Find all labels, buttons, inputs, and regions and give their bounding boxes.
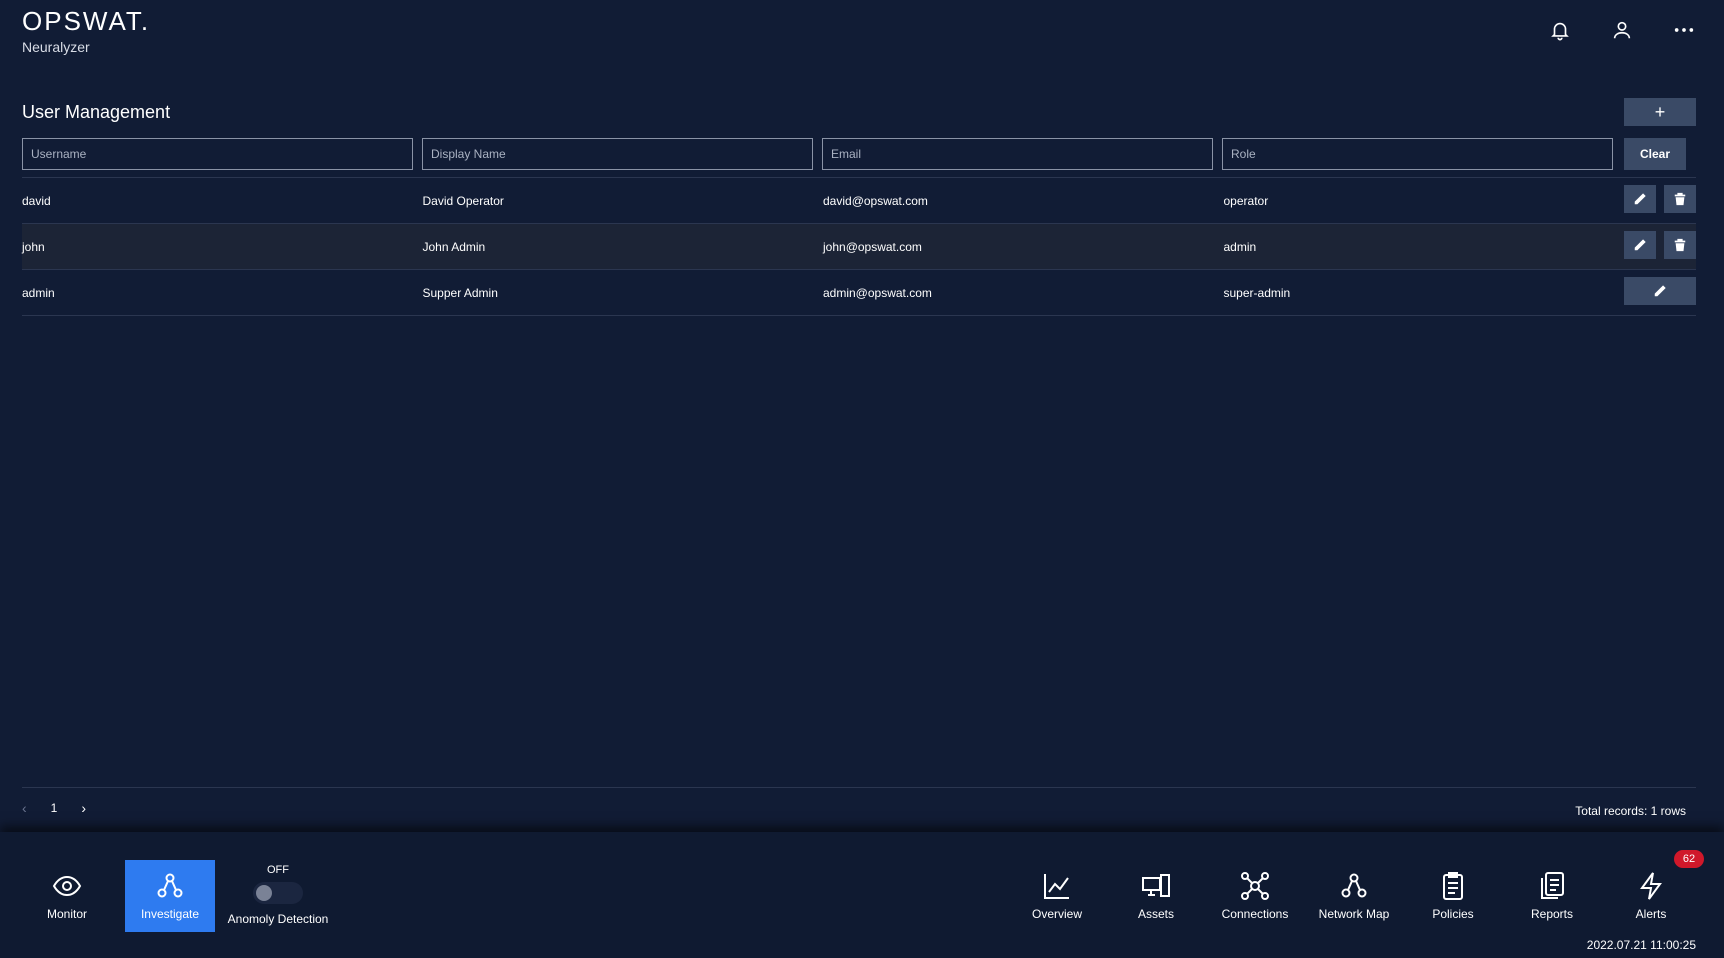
- pencil-icon: [1634, 239, 1646, 251]
- more-icon[interactable]: [1672, 18, 1696, 42]
- product-name: Neuralyzer: [22, 39, 90, 55]
- add-user-button[interactable]: +: [1624, 98, 1696, 126]
- pagination: ‹ 1 ›: [22, 800, 86, 816]
- nav-policies[interactable]: Policies: [1408, 860, 1498, 932]
- row-actions: [1624, 231, 1696, 259]
- edit-button[interactable]: [1624, 277, 1696, 305]
- filter-row: [22, 138, 1613, 170]
- trash-icon: [1674, 192, 1686, 206]
- row-actions: [1624, 185, 1696, 213]
- user-icon[interactable]: [1610, 18, 1634, 42]
- delete-button[interactable]: [1664, 185, 1696, 213]
- nav-connections-label: Connections: [1221, 907, 1289, 921]
- role-cell: super-admin: [1223, 285, 1291, 300]
- nav-monitor-label: Monitor: [46, 907, 87, 921]
- role-cell: admin: [1223, 239, 1257, 254]
- reports-icon: [1541, 872, 1564, 899]
- row-actions: [1624, 277, 1696, 305]
- nav-reports-label: Reports: [1530, 907, 1574, 921]
- nav-reports[interactable]: Reports: [1507, 860, 1597, 932]
- clear-filters-button[interactable]: Clear: [1624, 138, 1686, 170]
- username-cell: john: [22, 239, 45, 254]
- chart-icon: [1044, 874, 1069, 899]
- display-name-cell: Supper Admin: [422, 285, 498, 300]
- nav-connections[interactable]: Connections: [1210, 860, 1300, 932]
- edit-button[interactable]: [1624, 185, 1656, 213]
- timestamp: 2022.07.21 11:00:25: [1586, 938, 1696, 952]
- nav-policies-label: Policies: [1432, 907, 1474, 921]
- pencil-icon: [1634, 193, 1646, 205]
- display-name-filter-input[interactable]: [422, 138, 813, 170]
- nav-overview[interactable]: Overview: [1012, 860, 1102, 932]
- email-cell: john@opswat.com: [823, 239, 922, 254]
- delete-button[interactable]: [1664, 231, 1696, 259]
- brand-logo: OPSWAT. Neuralyzer: [22, 6, 150, 55]
- display-name-cell: David Operator: [422, 193, 504, 208]
- bell-icon[interactable]: [1548, 18, 1572, 42]
- role-filter-input[interactable]: [1222, 138, 1613, 170]
- nav-alerts[interactable]: Alerts: [1606, 860, 1696, 932]
- page-number[interactable]: 1: [51, 801, 58, 815]
- nav-alerts-label: Alerts: [1635, 907, 1667, 921]
- role-cell: operator: [1223, 193, 1269, 208]
- anomaly-detection-toggle-group: OFF Anomoly Detection: [226, 864, 330, 926]
- email-cell: admin@opswat.com: [823, 285, 932, 300]
- display-name-cell: John Admin: [422, 239, 486, 254]
- network-icon: [157, 873, 183, 898]
- username-filter-input[interactable]: [22, 138, 413, 170]
- nav-assets[interactable]: Assets: [1111, 860, 1201, 932]
- brand-name: OPSWAT.: [22, 6, 151, 36]
- anomaly-detection-toggle[interactable]: [253, 882, 303, 904]
- anomaly-detection-label: Anomoly Detection: [227, 912, 329, 926]
- connections-icon: [1241, 872, 1269, 900]
- devices-icon: [1142, 874, 1170, 897]
- table-row[interactable]: david David Operator david@opswat.com op…: [22, 178, 1696, 224]
- nav-investigate[interactable]: Investigate: [125, 860, 215, 932]
- email-cell: david@opswat.com: [823, 193, 928, 208]
- trash-icon: [1674, 238, 1686, 252]
- table-row[interactable]: john John Admin john@opswat.com admin: [22, 224, 1696, 270]
- nav-overview-label: Overview: [1031, 907, 1082, 921]
- total-records: Total records: 1 rows: [1575, 804, 1686, 818]
- network-map-icon: [1341, 873, 1367, 898]
- email-filter-input[interactable]: [822, 138, 1213, 170]
- anomaly-toggle-state: OFF: [267, 864, 289, 876]
- nav-investigate-label: Investigate: [140, 907, 200, 921]
- nav-network-map[interactable]: Network Map: [1309, 860, 1399, 932]
- username-cell: admin: [22, 285, 55, 300]
- users-table: david David Operator david@opswat.com op…: [22, 177, 1696, 316]
- header-actions: [1548, 18, 1696, 42]
- bottom-nav: Monitor Investigate OFF Anomoly Detectio…: [0, 832, 1724, 958]
- page-title: User Management: [22, 102, 171, 122]
- nav-monitor[interactable]: Monitor: [22, 860, 112, 932]
- prev-page-button[interactable]: ‹: [22, 800, 27, 816]
- eye-icon: [52, 875, 82, 897]
- table-row[interactable]: admin Supper Admin admin@opswat.com supe…: [22, 270, 1696, 316]
- lightning-icon: [1640, 872, 1662, 900]
- nav-network-map-label: Network Map: [1318, 907, 1390, 921]
- clipboard-icon: [1443, 872, 1463, 900]
- edit-button[interactable]: [1624, 231, 1656, 259]
- nav-assets-label: Assets: [1137, 907, 1174, 921]
- next-page-button[interactable]: ›: [81, 800, 86, 816]
- alerts-count-badge: 62: [1674, 850, 1704, 868]
- username-cell: david: [22, 193, 51, 208]
- pagination-divider: [22, 787, 1696, 788]
- pencil-icon: [1654, 285, 1666, 297]
